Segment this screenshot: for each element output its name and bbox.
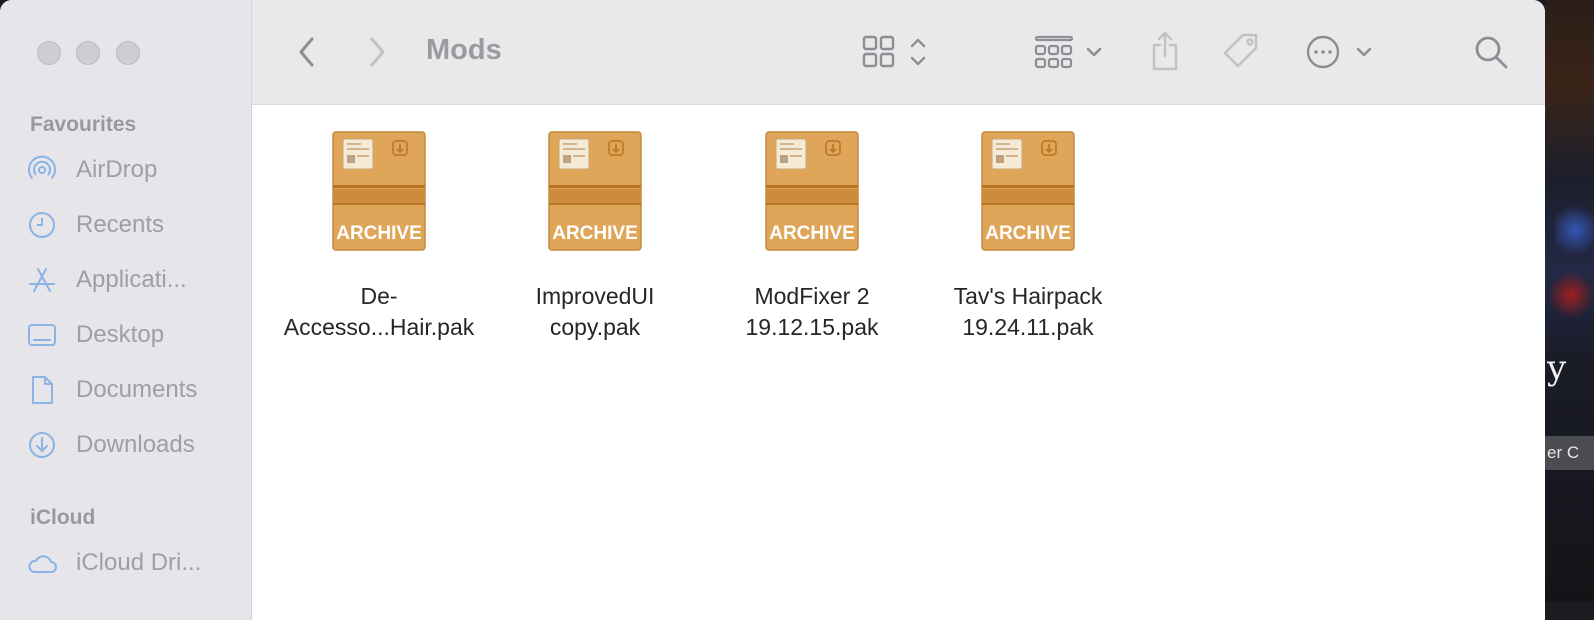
archive-badge: ARCHIVE (336, 223, 422, 244)
sidebar-item-airdrop[interactable]: AirDrop (22, 150, 232, 190)
sidebar-item-icloud-drive[interactable]: iCloud Dri... (22, 543, 232, 583)
wallpaper-glow (1549, 270, 1593, 320)
chevron-right-icon (370, 37, 385, 67)
share-icon (1152, 31, 1178, 71)
sidebar-item-label: Downloads (76, 431, 195, 458)
search-button[interactable] (1468, 30, 1514, 74)
sidebar: Favourites AirDrop Recents Applicati... … (0, 0, 252, 620)
toolbar: Mods (252, 0, 1545, 105)
share-button[interactable] (1144, 28, 1186, 74)
archive-file-icon: ARCHIVE (487, 131, 703, 255)
sidebar-item-label: Documents (76, 376, 198, 403)
cloud-icon (22, 543, 62, 583)
sidebar-item-label: iCloud Dri... (76, 549, 202, 576)
sidebar-item-downloads[interactable]: Downloads (22, 425, 232, 465)
file-item[interactable]: ARCHIVE De- Accesso...Hair.pak (271, 131, 487, 343)
file-item[interactable]: ARCHIVE Tav's Hairpack 19.24.11.pak (920, 131, 1136, 343)
ellipsis-circle-icon (1306, 35, 1372, 69)
sidebar-item-documents[interactable]: Documents (22, 370, 232, 410)
file-name: ImprovedUI copy.pak (535, 283, 655, 340)
sidebar-section-icloud: iCloud (30, 506, 96, 529)
download-icon (22, 425, 62, 465)
desktop-wallpaper-right: y er C (1545, 0, 1594, 602)
zoom-window-button[interactable] (116, 41, 140, 65)
archive-badge: ARCHIVE (552, 223, 638, 244)
file-name: Tav's Hairpack 19.24.11.pak (953, 283, 1103, 340)
chevron-left-icon (299, 37, 314, 67)
sidebar-section-favourites: Favourites (30, 113, 137, 136)
sidebar-item-desktop[interactable]: Desktop (22, 315, 232, 355)
minimize-window-button[interactable] (76, 41, 100, 65)
archive-badge: ARCHIVE (985, 223, 1071, 244)
background-text-fragment: y (1547, 348, 1567, 388)
background-label-fragment: er C (1545, 436, 1594, 470)
sidebar-item-applications[interactable]: Applicati... (22, 260, 232, 300)
file-item[interactable]: ARCHIVE ModFixer 2 19.12.15.pak (704, 131, 920, 343)
forward-button[interactable] (358, 32, 396, 72)
archive-badge: ARCHIVE (769, 223, 855, 244)
search-icon (1475, 36, 1508, 69)
sidebar-item-label: AirDrop (76, 156, 158, 183)
file-browser-area: ARCHIVE De- Accesso...Hair.pak ARCHIVE I… (252, 105, 1545, 620)
wallpaper-glow (1555, 200, 1594, 260)
sidebar-item-recents[interactable]: Recents (22, 205, 232, 245)
applications-icon (22, 260, 62, 300)
file-item[interactable]: ARCHIVE ImprovedUI copy.pak (487, 131, 703, 343)
airdrop-icon (22, 150, 62, 190)
file-name: ModFixer 2 19.12.15.pak (745, 283, 879, 340)
sidebar-item-label: Recents (76, 211, 165, 238)
sidebar-item-label: Desktop (76, 321, 165, 348)
close-window-button[interactable] (37, 41, 61, 65)
icon-grid-view-icon (862, 35, 926, 68)
tag-icon (1223, 33, 1258, 68)
document-icon (22, 370, 62, 410)
tag-button[interactable] (1218, 28, 1264, 74)
window-title: Mods (426, 34, 502, 66)
clock-icon (22, 205, 62, 245)
archive-file-icon: ARCHIVE (271, 131, 487, 255)
more-actions-button[interactable] (1302, 30, 1378, 74)
back-button[interactable] (288, 32, 326, 72)
archive-file-icon: ARCHIVE (920, 131, 1136, 255)
desktop-icon (22, 315, 62, 355)
group-by-icon (1034, 35, 1102, 69)
archive-file-icon: ARCHIVE (704, 131, 920, 255)
file-name: De- Accesso...Hair.pak (283, 283, 475, 340)
group-by-button[interactable] (1032, 30, 1108, 74)
view-mode-button[interactable] (858, 30, 936, 74)
sidebar-item-label: Applicati... (76, 266, 187, 293)
finder-window: Favourites AirDrop Recents Applicati... … (0, 0, 1545, 620)
